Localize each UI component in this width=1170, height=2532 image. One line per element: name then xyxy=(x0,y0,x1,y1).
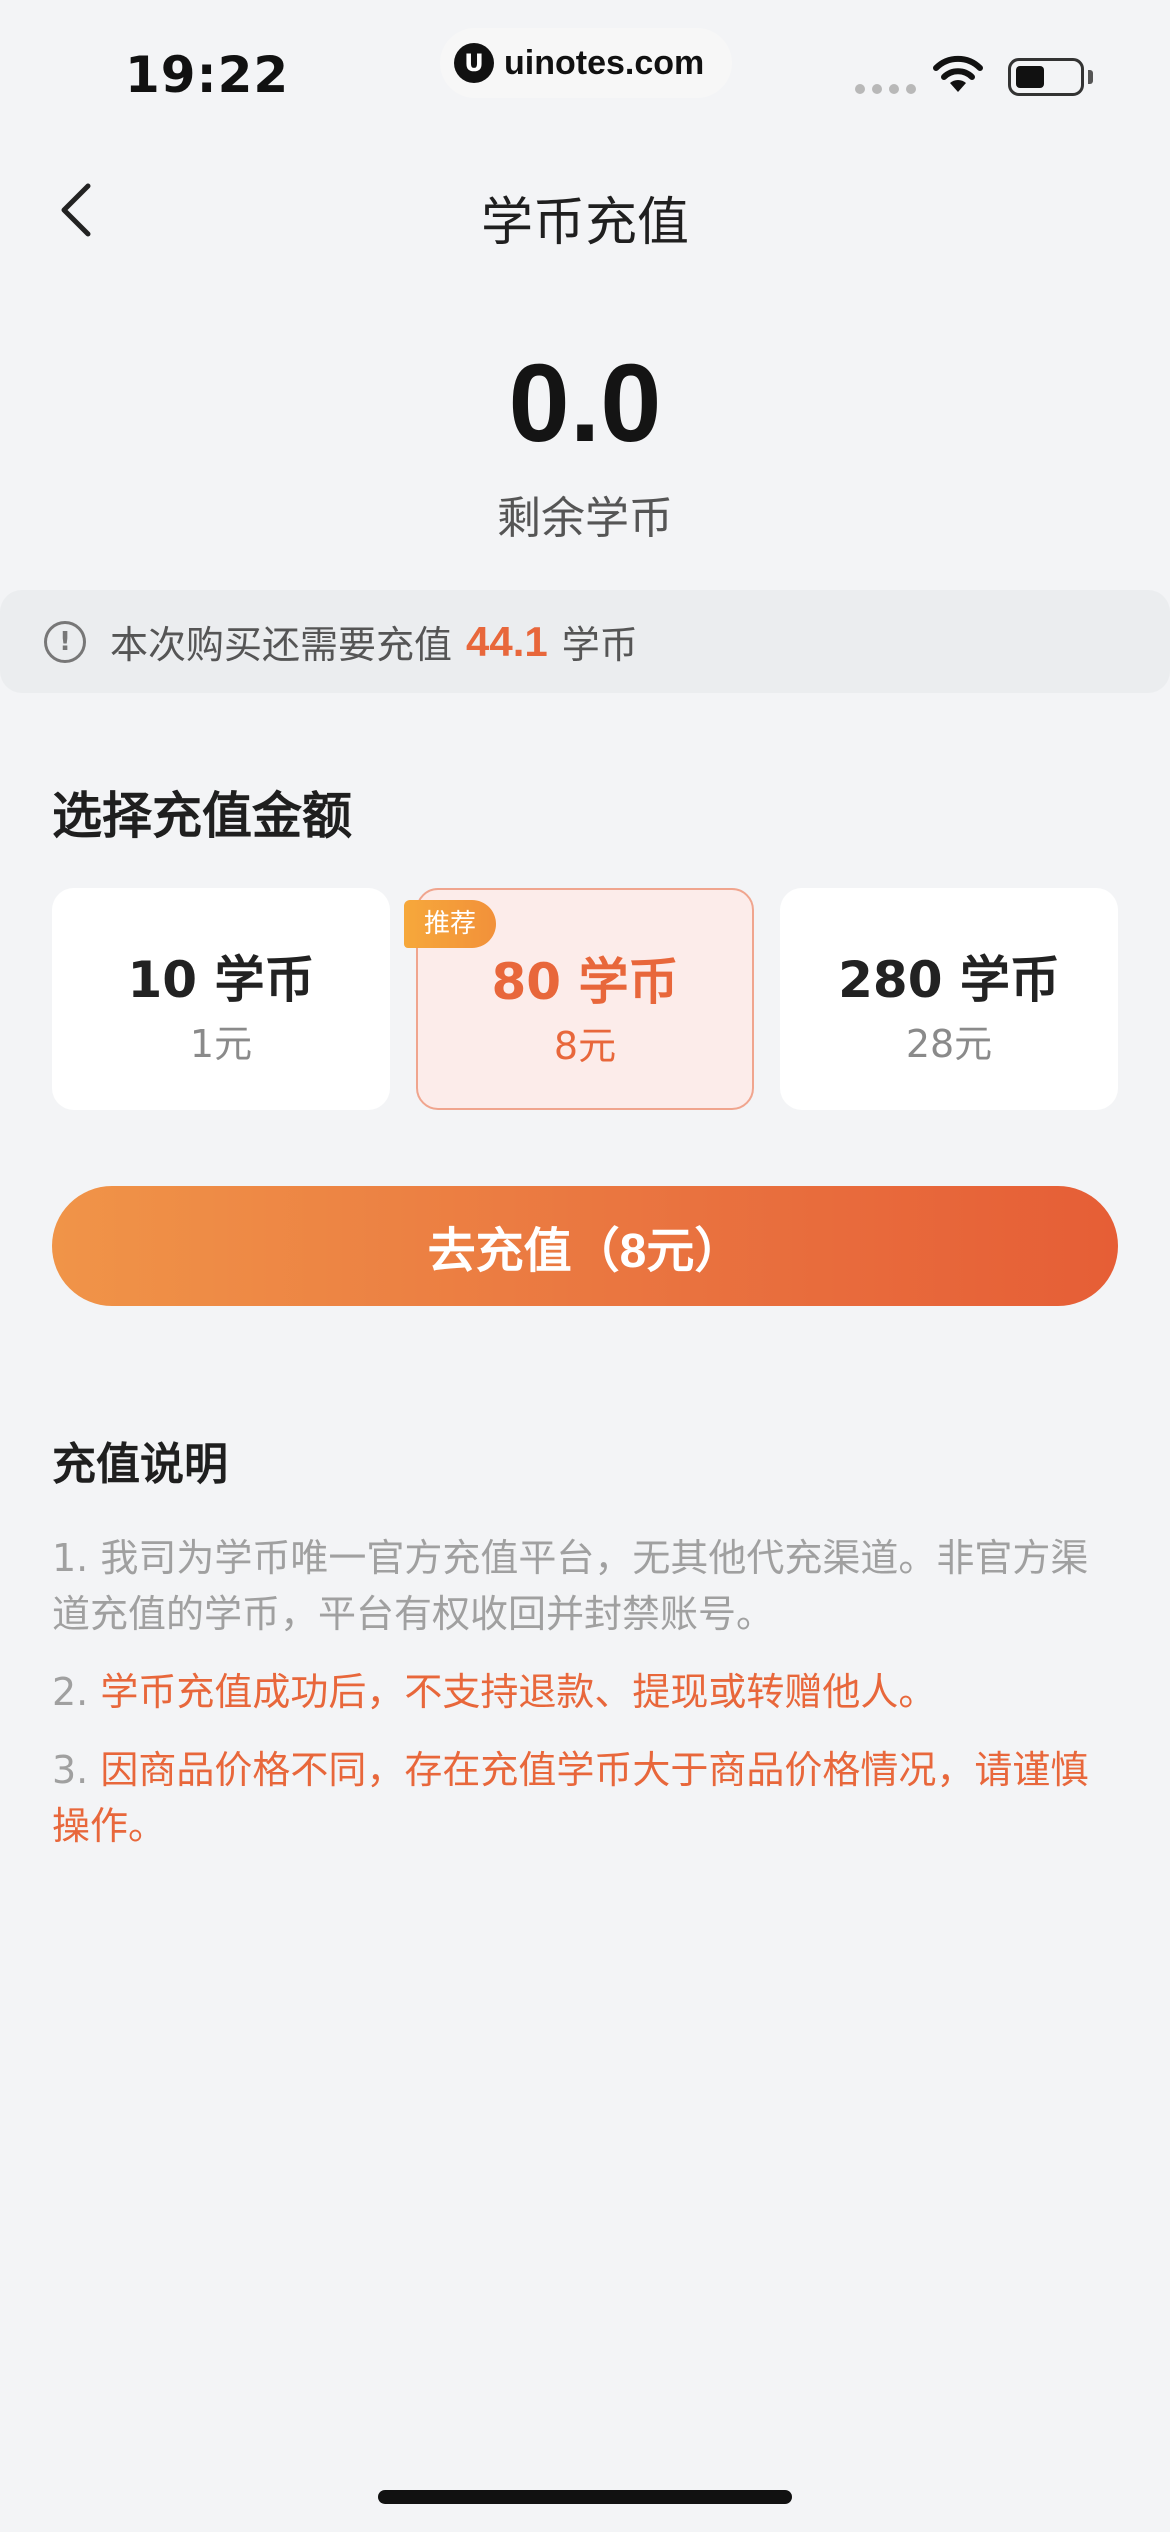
recharge-options: 10 学币 1元 推荐 80 学币 8元 280 学币 28元 xyxy=(52,888,1118,1110)
notice-bar: ! 本次购买还需要充值 44.1 学币 xyxy=(0,590,1170,693)
instruction-text: 我司为学币唯一官方充值平台，无其他代充渠道。非官方渠道充值的学币，平台有权收回并… xyxy=(52,1536,1089,1636)
info-icon: ! xyxy=(44,620,86,663)
instruction-number: 2. xyxy=(52,1670,89,1714)
page-title: 学币充值 xyxy=(480,193,689,253)
balance-label: 剩余学币 xyxy=(497,493,673,544)
notice-text: 本次购买还需要充值 xyxy=(110,623,453,667)
notice-amount: 44.1 xyxy=(466,617,548,665)
home-indicator[interactable] xyxy=(378,2490,792,2504)
instruction-item: 2. 学币充值成功后，不支持退款、提现或转赠他人。 xyxy=(52,1664,1122,1720)
recharge-option-80[interactable]: 推荐 80 学币 8元 xyxy=(404,888,754,1110)
recharge-option-280[interactable]: 280 学币 28元 xyxy=(780,888,1118,1110)
balance-value: 0.0 xyxy=(508,342,662,465)
url-pill[interactable]: U uinotes.com xyxy=(440,28,732,98)
option-price: 1元 xyxy=(189,1022,253,1066)
instruction-item: 3. 因商品价格不同，存在充值学币大于商品价格情况，请谨慎操作。 xyxy=(52,1742,1122,1854)
option-price: 28元 xyxy=(905,1022,993,1066)
recommend-badge: 推荐 xyxy=(404,900,497,948)
instruction-text: 因商品价格不同，存在充值学币大于商品价格情况，请谨慎操作。 xyxy=(52,1748,1089,1848)
url-text: uinotes.com xyxy=(504,43,705,82)
instruction-text: 学币充值成功后，不支持退款、提现或转赠他人。 xyxy=(100,1670,937,1714)
battery-cap xyxy=(1088,70,1093,84)
cellular-signal-icon xyxy=(855,84,916,94)
option-price: 8元 xyxy=(553,1024,617,1068)
option-coins: 280 学币 xyxy=(838,951,1060,1009)
recharge-option-10[interactable]: 10 学币 1元 xyxy=(52,888,390,1110)
notice-unit: 学币 xyxy=(561,623,638,667)
instruction-number: 1. xyxy=(52,1536,89,1580)
wifi-icon xyxy=(933,55,983,92)
section-title: 选择充值金额 xyxy=(52,787,352,845)
instructions-title: 充值说明 xyxy=(52,1439,228,1490)
status-time: 19:22 xyxy=(125,46,290,104)
instruction-item: 1. 我司为学币唯一官方充值平台，无其他代充渠道。非官方渠道充值的学币，平台有权… xyxy=(52,1530,1122,1642)
recharge-button[interactable]: 去充值（8元） xyxy=(52,1186,1118,1306)
instruction-number: 3. xyxy=(52,1748,89,1792)
option-coins: 10 学币 xyxy=(127,951,315,1009)
site-logo-icon: U xyxy=(454,43,494,83)
instructions-list: 1. 我司为学币唯一官方充值平台，无其他代充渠道。非官方渠道充值的学币，平台有权… xyxy=(52,1530,1122,1876)
battery-icon xyxy=(1008,58,1084,96)
option-coins: 80 学币 xyxy=(491,953,679,1011)
status-bar: 19:22 U uinotes.com xyxy=(0,0,1170,140)
